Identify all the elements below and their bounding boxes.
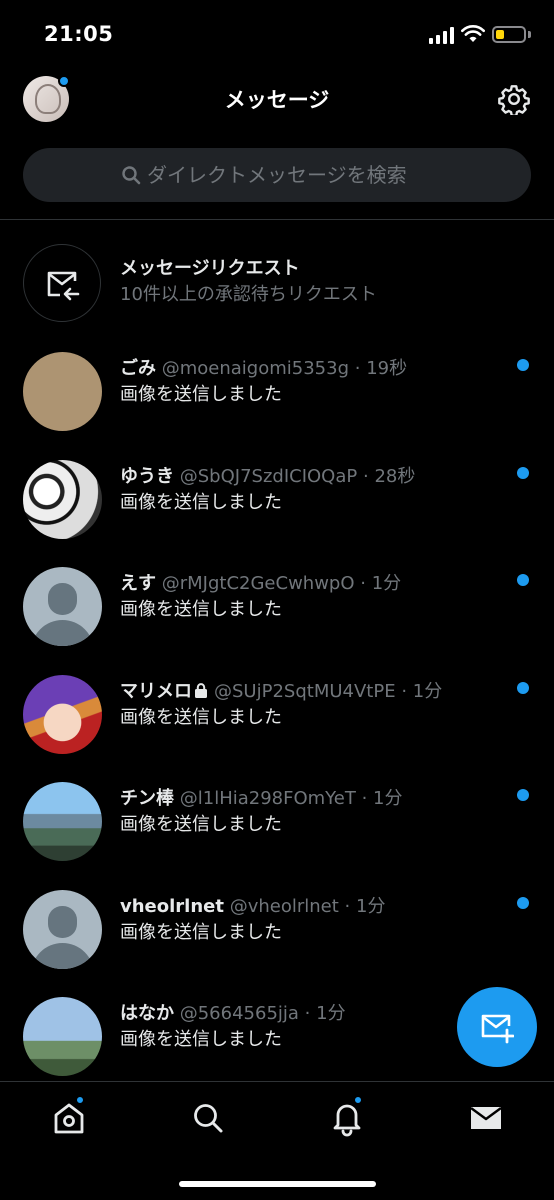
display-name: ごみ	[120, 358, 156, 379]
unread-dot	[517, 574, 529, 586]
separator: ·	[360, 573, 366, 594]
display-name: チン棒	[120, 788, 174, 809]
search-icon[interactable]	[188, 1098, 228, 1138]
message-preview: 画像を送信しました	[120, 599, 282, 620]
mail-icon[interactable]	[466, 1098, 506, 1138]
new-message-button[interactable]	[457, 987, 537, 1067]
user-handle: @vheolrlnet	[229, 895, 339, 917]
unread-dot	[517, 789, 529, 801]
cellular-signal-icon	[429, 26, 455, 44]
timestamp: 1分	[356, 895, 386, 917]
compose-message-icon	[481, 1014, 514, 1044]
unread-dot	[517, 359, 529, 371]
conversation-row[interactable]: ごみ @moenaigomi5353g · 19秒画像を送信しました	[0, 340, 554, 448]
separator: ·	[401, 680, 408, 702]
conversation-row[interactable]: ゆうき @SbQJ7SzdICIOQaP · 28秒画像を送信しました	[0, 448, 554, 556]
header: メッセージ	[0, 70, 554, 130]
timestamp: 19秒	[366, 358, 408, 379]
conversation-row[interactable]: vheolrlnet @vheolrlnet · 1分画像を送信しました	[0, 878, 554, 986]
battery-cap	[528, 31, 531, 38]
timestamp: 28秒	[374, 465, 416, 487]
conversation-header: えす @rMJgtC2GeCwhwpO · 1分	[120, 569, 401, 595]
request-icon-container	[23, 244, 101, 322]
display-name: ゆうき	[120, 465, 174, 487]
conversation-header: マリメロ @SUjP2SqtMU4VtPE · 1分	[120, 677, 442, 703]
timestamp: 1分	[373, 788, 403, 809]
user-handle: @l1lHia298FOmYeT	[179, 788, 356, 809]
search-icon	[122, 166, 141, 185]
message-preview: 画像を送信しました	[120, 814, 282, 835]
conversation-row[interactable]: えす @rMJgtC2GeCwhwpO · 1分画像を送信しました	[0, 555, 554, 663]
conversation-header: チン棒 @l1lHia298FOmYeT · 1分	[120, 784, 403, 810]
user-avatar[interactable]	[23, 674, 102, 754]
user-handle: @SUjP2SqtMU4VtPE	[214, 680, 396, 702]
display-name: えす	[120, 573, 156, 594]
display-name: vheolrlnet	[120, 895, 224, 917]
search-bar[interactable]	[23, 148, 531, 202]
page-title: メッセージ	[224, 88, 330, 112]
message-preview: 画像を送信しました	[120, 921, 282, 943]
message-preview: 画像を送信しました	[120, 706, 282, 728]
divider	[0, 219, 554, 220]
user-avatar[interactable]	[23, 352, 102, 431]
default-avatar[interactable]	[23, 567, 102, 646]
conversation-row[interactable]: マリメロ @SUjP2SqtMU4VtPE · 1分画像を送信しました	[0, 663, 554, 771]
requests-title: メッセージリクエスト	[120, 258, 300, 279]
user-handle: @5664565jja	[179, 1003, 299, 1024]
user-avatar[interactable]	[23, 997, 102, 1076]
lock-icon	[195, 682, 207, 698]
default-avatar[interactable]	[23, 889, 102, 969]
message-preview: 画像を送信しました	[120, 384, 282, 405]
conversation-row[interactable]: チン棒 @l1lHia298FOmYeT · 1分画像を送信しました	[0, 770, 554, 878]
requests-subtitle: 10件以上の承認待ちリクエスト	[120, 284, 377, 305]
conversation-header: はなか @5664565jja · 1分	[120, 999, 346, 1025]
display-name: はなか	[120, 1003, 174, 1024]
message-preview: 画像を送信しました	[120, 1029, 282, 1050]
wifi-icon	[461, 25, 485, 42]
user-avatar[interactable]	[23, 782, 102, 861]
separator: ·	[361, 788, 368, 809]
inbox-incoming-icon	[47, 271, 80, 301]
notifications-badge	[353, 1095, 363, 1105]
unread-dot	[517, 896, 529, 909]
gear-icon[interactable]	[498, 83, 530, 115]
unread-dot	[517, 466, 529, 479]
unread-dot	[517, 681, 529, 694]
message-requests[interactable]: メッセージリクエスト 10件以上の承認待ちリクエスト	[0, 232, 554, 328]
conversation-header: ゆうき @SbQJ7SzdICIOQaP · 28秒	[120, 462, 415, 488]
user-handle: @moenaigomi5353g	[161, 358, 350, 379]
user-avatar[interactable]	[23, 459, 102, 539]
timestamp: 1分	[316, 1003, 346, 1024]
separator: ·	[304, 1003, 311, 1024]
home-badge	[75, 1095, 85, 1105]
search-input[interactable]	[147, 148, 507, 202]
display-name: マリメロ	[120, 680, 192, 702]
status-time: 21:05	[44, 22, 114, 46]
battery-icon	[492, 26, 526, 43]
message-preview: 画像を送信しました	[120, 491, 282, 513]
home-indicator	[179, 1181, 376, 1187]
user-handle: @rMJgtC2GeCwhwpO	[161, 573, 355, 594]
separator: ·	[362, 465, 369, 487]
timestamp: 1分	[412, 680, 443, 702]
separator: ·	[354, 358, 361, 379]
user-handle: @SbQJ7SzdICIOQaP	[179, 465, 358, 487]
battery-level	[496, 30, 504, 39]
conversation-header: ごみ @moenaigomi5353g · 19秒	[120, 354, 407, 380]
status-bar: 21:05	[0, 0, 554, 70]
conversation-header: vheolrlnet @vheolrlnet · 1分	[120, 892, 385, 918]
separator: ·	[344, 895, 351, 917]
timestamp: 1分	[371, 573, 402, 594]
